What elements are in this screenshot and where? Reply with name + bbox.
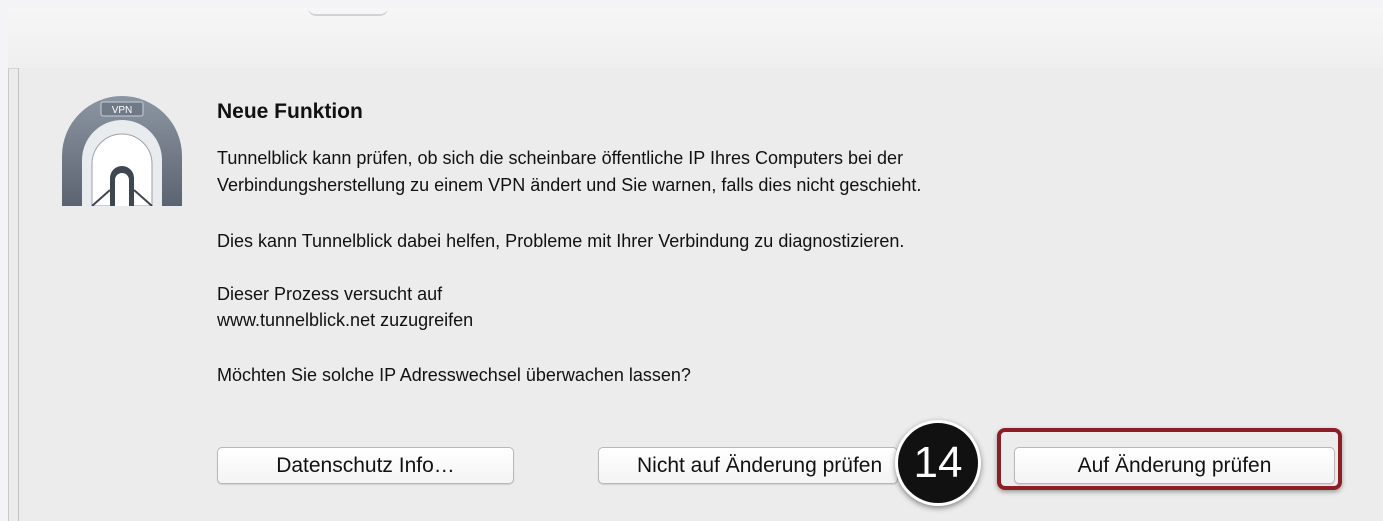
dont-check-button[interactable]: Nicht auf Änderung prüfen (598, 447, 898, 484)
paragraph-3-line-2: www.tunnelblick.net zuzugreifen (217, 310, 474, 330)
tunnelblick-app-icon: VPN (62, 96, 182, 206)
paragraph-1-line-1: Tunnelblick kann prüfen, ob sich die sch… (217, 148, 904, 168)
vpn-badge-text: VPN (112, 105, 133, 116)
paragraph-1-line-2: Verbindungsherstellung zu einem VPN ände… (217, 175, 922, 195)
question-text: Möchten Sie solche IP Adresswechsel über… (217, 365, 691, 385)
titlebar-decoration (308, 8, 388, 16)
window-titlebar (8, 8, 1383, 69)
tutorial-highlight-box (997, 428, 1342, 490)
paragraph-3-line-1: Dieser Prozess versucht auf (217, 284, 443, 304)
dialog-title: Neue Funktion (217, 100, 363, 123)
paragraph-2: Dies kann Tunnelblick dabei helfen, Prob… (217, 231, 905, 251)
privacy-info-button[interactable]: Datenschutz Info… (217, 447, 514, 484)
tutorial-step-badge: 14 (895, 420, 981, 506)
